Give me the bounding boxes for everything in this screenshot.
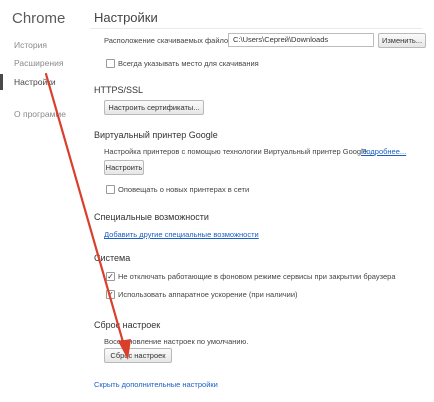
cloud-print-description: Настройка принтеров с помощью технологии… [104, 147, 370, 156]
ask-download-location-checkbox[interactable] [106, 59, 115, 68]
hardware-acceleration-checkbox[interactable]: ✓ [106, 290, 115, 299]
sidebar-item-extensions[interactable]: Расширения [14, 58, 63, 68]
manage-certificates-button[interactable]: Настроить сертификаты... [104, 100, 204, 115]
hide-advanced-settings-link[interactable]: Скрыть дополнительные настройки [94, 380, 218, 389]
sidebar-item-about[interactable]: О программе [14, 109, 66, 119]
notify-printers-label: Оповещать о новых принтерах в сети [118, 185, 250, 194]
system-heading: Система [94, 253, 131, 263]
cloud-print-more-link[interactable]: Подробнее... [361, 147, 406, 156]
ask-download-location-label: Всегда указывать место для скачивания [118, 59, 259, 68]
notify-printers-checkbox[interactable] [106, 185, 115, 194]
hardware-acceleration-label: Использовать аппаратное ускорение (при н… [118, 290, 298, 299]
download-location-label: Расположение скачиваемых файлов: [104, 36, 235, 45]
app-title: Chrome [12, 10, 66, 27]
sidebar-item-history[interactable]: История [14, 40, 47, 50]
active-nav-indicator [0, 74, 3, 90]
reset-heading: Сброс настроек [94, 320, 161, 330]
reset-settings-button[interactable]: Сброс настроек [104, 348, 172, 363]
accessibility-heading: Специальные возможности [94, 212, 209, 222]
sidebar-item-settings[interactable]: Настройки [14, 77, 56, 87]
background-apps-label: Не отключать работающие в фоновом режиме… [118, 272, 396, 281]
https-heading: HTTPS/SSL [94, 85, 144, 95]
cloud-print-setup-button[interactable]: Настроить [104, 160, 144, 175]
sidebar: Chrome История Расширения Настройки О пр… [0, 0, 78, 402]
cloud-print-heading: Виртуальный принтер Google [94, 130, 218, 140]
settings-main: Настройки Расположение скачиваемых файло… [78, 0, 434, 402]
download-path-input[interactable] [228, 33, 374, 47]
reset-description: Восстановление настроек по умолчанию. [104, 337, 249, 346]
change-download-folder-button[interactable]: Изменить... [378, 33, 426, 48]
page-title: Настройки [94, 10, 158, 25]
background-apps-checkbox[interactable]: ✓ [106, 272, 115, 281]
title-divider [90, 28, 422, 29]
add-accessibility-link[interactable]: Добавить другие специальные возможности [104, 230, 259, 239]
checkmark-icon: ✓ [107, 290, 114, 299]
checkmark-icon: ✓ [107, 272, 114, 281]
